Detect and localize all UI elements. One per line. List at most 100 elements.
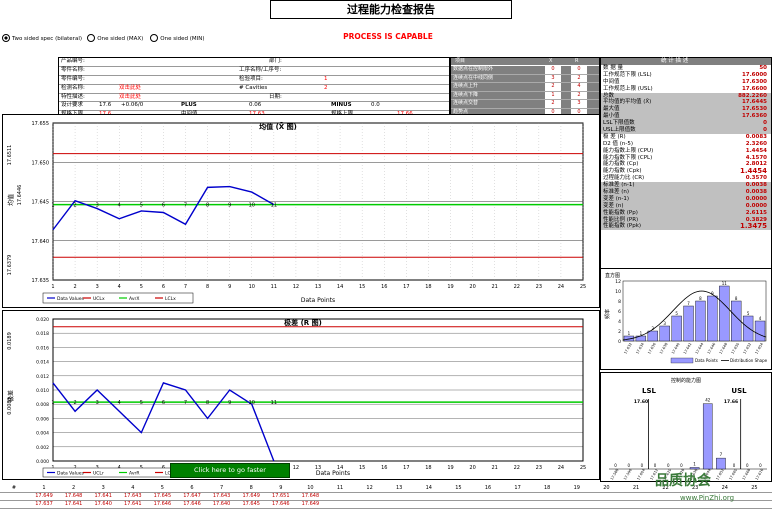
data-table-cell[interactable]: 24 [711, 485, 739, 492]
histogram-bar [659, 325, 670, 342]
point-label: 2 [73, 203, 76, 209]
y-tick-label: 0.000 [36, 459, 49, 465]
data-table-cell[interactable]: 17.648 [60, 493, 88, 500]
value-one[interactable]: 1 [324, 76, 328, 84]
x-tick-label: 12 [293, 465, 299, 471]
plus-value[interactable]: 0.06 [249, 102, 261, 110]
data-table-cell[interactable]: 12 [356, 485, 384, 492]
data-table-cell[interactable]: 17 [504, 485, 532, 492]
y-tick-label: 0.020 [36, 317, 49, 323]
x-tick-label: 24 [558, 465, 564, 471]
data-table-cell[interactable]: 1 [30, 485, 58, 492]
x-tick-label: 19 [447, 465, 453, 471]
part-name-label: 产品编号: [61, 58, 85, 64]
cl-value-label: 17.6446 [17, 185, 23, 206]
summary-row: 数 据 量 50 [601, 65, 771, 72]
legend-entry: LCLx [165, 296, 176, 302]
data-table-cell[interactable]: 3 [89, 485, 117, 492]
data-table-cell[interactable]: 18 [533, 485, 561, 492]
input-hint-1[interactable]: 双击此处 [119, 85, 141, 93]
data-table-cell[interactable]: 6 [178, 485, 206, 492]
data-table-cell[interactable]: 17.641 [89, 493, 117, 500]
summary-value: 1.4454 [745, 147, 767, 154]
rules-header-item: 项目 [455, 58, 466, 64]
y-tick-label: 8 [618, 299, 621, 305]
data-table-cell[interactable]: 21 [622, 485, 650, 492]
input-hint-2[interactable]: 双击此处 [119, 94, 141, 102]
data-table-cell[interactable]: 4 [119, 485, 147, 492]
y-tick-label: 4 [618, 319, 621, 325]
point-label: 8 [206, 400, 209, 406]
summary-row: 变差 (n) 0.0000 [601, 202, 771, 210]
data-table-cell[interactable]: 9 [267, 485, 295, 492]
go-faster-button[interactable]: Click here to go faster [170, 463, 290, 478]
data-table-cell[interactable]: 7 [208, 485, 236, 492]
x-tick-label: 23 [536, 465, 542, 471]
minus-value[interactable]: 0.0 [371, 102, 380, 110]
x-tick-label: 18 [425, 465, 431, 471]
x-tick-label: 25 [580, 465, 586, 471]
data-table-cell[interactable]: 19 [563, 485, 591, 492]
y-tick-label: 10 [615, 289, 621, 295]
data-table-cell[interactable]: 17.649 [30, 493, 58, 500]
x-tick-label: 20 [469, 465, 475, 471]
y-tick-label: 0.006 [36, 416, 49, 422]
data-table-cell[interactable]: 10 [296, 485, 324, 492]
upper-value[interactable]: 17.6 [99, 102, 111, 110]
point-label: 11 [271, 400, 277, 406]
bar-value-label: 5 [675, 311, 678, 316]
x-tick-label: 22 [514, 284, 520, 290]
bar-value-label: 7 [720, 452, 723, 457]
histogram-bar [707, 295, 718, 342]
spec-one-sided-min-radio[interactable]: One sided (MIN) [150, 34, 205, 42]
gauge-label: 检验项目: [239, 75, 263, 82]
chart-title: 极差 (R 图) [284, 318, 322, 327]
point-label: 10 [249, 400, 255, 406]
point-label: 7 [184, 203, 187, 209]
data-table-cell[interactable]: 20 [592, 485, 620, 492]
y-tick-label: 0.016 [36, 345, 49, 351]
x-tick-label: 23 [536, 284, 542, 290]
legend-entry: Data Points [695, 358, 718, 363]
x-tick-label: 21 [491, 465, 497, 471]
rules-header-r: R [575, 58, 579, 64]
value-two[interactable]: 2 [324, 85, 328, 93]
data-table-cell[interactable]: 16 [474, 485, 502, 492]
spec-one-sided-max-radio[interactable]: One sided (MAX) [87, 34, 143, 42]
data-table-cell[interactable]: 25 [740, 485, 768, 492]
data-table-cell[interactable]: 17.643 [208, 493, 236, 500]
data-table-cell[interactable]: 17.645 [148, 493, 176, 500]
x-tick-label: 17.588 [610, 468, 620, 481]
rules-row: 连续点下降 1 2 [451, 91, 599, 100]
data-table-cell[interactable]: 17.647 [178, 493, 206, 500]
page-title: 过程能力检查报告 [270, 0, 512, 19]
summary-label: 极 差 (R) [603, 133, 626, 140]
data-table-cell[interactable]: 13 [385, 485, 413, 492]
data-table-cell[interactable]: 5 [148, 485, 176, 492]
data-table-cell[interactable]: 8 [237, 485, 265, 492]
y-tick-label: 0.014 [36, 360, 49, 366]
data-table-cell[interactable]: 17.651 [267, 493, 295, 500]
data-table-cell[interactable]: 17.648 [296, 493, 324, 500]
data-table-cell[interactable]: 17.643 [119, 493, 147, 500]
legend-entry: AvrR [129, 471, 139, 477]
part-desc-label: 检测名称: [61, 84, 85, 91]
x-tick-label: 17.638 [659, 342, 669, 355]
rule-x-value: 1 [545, 91, 561, 99]
data-table-row: 17.637 17.641 17.640 17.641 17.646 17.646 17.6… [0, 501, 772, 509]
data-table-cell[interactable]: 14 [415, 485, 443, 492]
bar-value-label: 0 [627, 463, 630, 468]
data-table-cell[interactable]: 2 [60, 485, 88, 492]
data-table-cell[interactable]: 15 [444, 485, 472, 492]
point-label: 6 [162, 203, 165, 209]
summary-label: 中间值 [603, 78, 620, 85]
x-tick-label: 17.604 [636, 468, 646, 481]
y-tick-label: 0.004 [36, 431, 49, 437]
data-table-cell[interactable]: 11 [326, 485, 354, 492]
spec-two-sided-radio[interactable]: Two sided spec (bilateral) [2, 34, 82, 42]
tol-value[interactable]: +0.06/0 [121, 102, 143, 110]
legend-swatch [670, 357, 694, 364]
data-table-cell[interactable]: 17.649 [237, 493, 265, 500]
x-tick-label: 11 [271, 284, 277, 290]
x-tick-label: 9 [228, 284, 231, 290]
